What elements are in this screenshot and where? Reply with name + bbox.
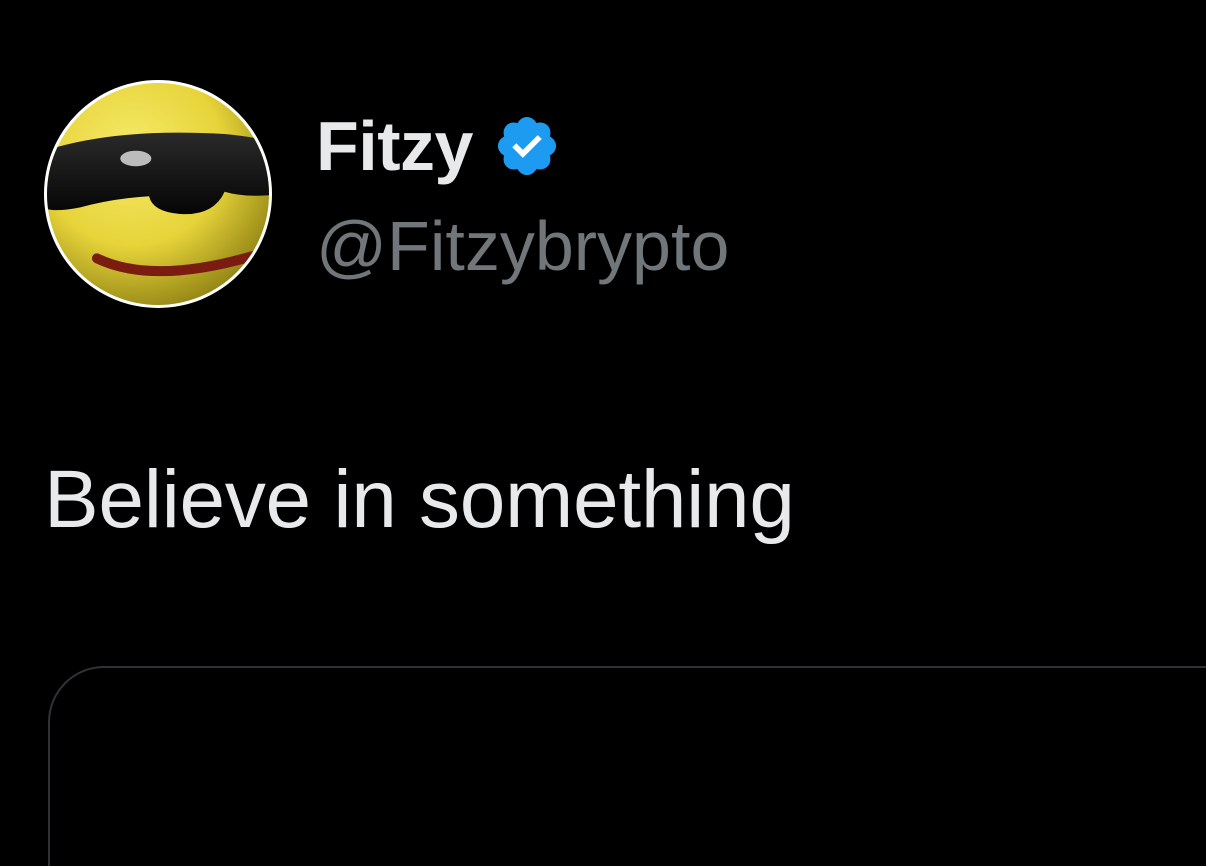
author-display-name[interactable]: Fitzy [316, 108, 473, 184]
embedded-media-card[interactable] [48, 666, 1206, 866]
verified-badge-icon[interactable] [493, 112, 561, 180]
avatar[interactable] [44, 80, 272, 308]
author-handle[interactable]: @Fitzybrypto [316, 206, 729, 286]
tweet: Fitzy @Fitzybrypto Believe in something [0, 0, 1206, 866]
author-name-row: Fitzy [316, 108, 561, 184]
cool-sunglasses-emoji-icon [47, 83, 269, 305]
tweet-text: Believe in something [44, 454, 795, 545]
